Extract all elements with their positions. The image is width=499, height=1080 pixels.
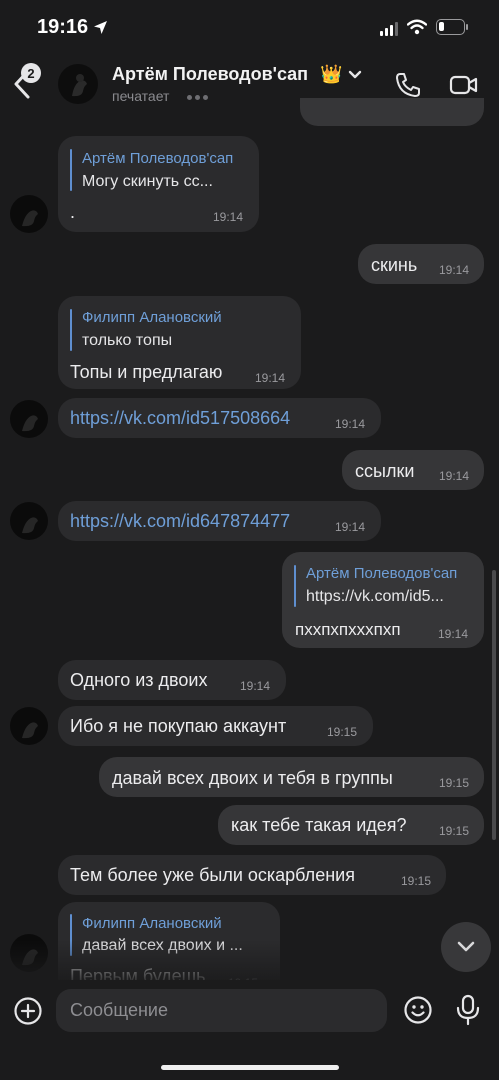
quote-bar: [294, 565, 296, 607]
quote-bar: [70, 914, 72, 956]
message-text: скинь: [371, 255, 418, 275]
quote-text: https://vk.com/id5...: [306, 588, 444, 605]
message-time: 19:14: [240, 679, 271, 693]
message-bubble[interactable]: Одного из двоих 19:14: [58, 660, 286, 700]
message-input[interactable]: [56, 989, 387, 1032]
message-link[interactable]: https://vk.com/id647874477: [70, 511, 290, 532]
quote-author: Артём Полеводов'сап: [82, 150, 234, 167]
message-bubble-remnant: [300, 98, 484, 126]
quote-text: давай всех двоих и ...: [82, 937, 243, 954]
message-text: Тем более уже были оскарбления: [70, 865, 355, 885]
location-arrow-icon: [94, 21, 107, 34]
message-bubble[interactable]: давай всех двоих и тебя в группы 19:15: [99, 757, 484, 797]
message-text: Одного из двоих: [70, 670, 208, 690]
message-bubble[interactable]: https://vk.com/id647874477 19:14: [58, 501, 381, 541]
message-time: 19:14: [439, 263, 470, 277]
sender-avatar[interactable]: [10, 707, 48, 745]
message-text: Ибо я не покупаю аккаунт: [70, 716, 287, 736]
message-bubble[interactable]: https://vk.com/id517508664 19:14: [58, 398, 381, 438]
typing-dots-icon: [187, 95, 208, 100]
message-bubble[interactable]: как тебе такая идея? 19:15: [218, 805, 484, 845]
microphone-icon[interactable]: [455, 994, 481, 1026]
cell-signal-icon: [380, 22, 398, 36]
sender-avatar[interactable]: [10, 934, 48, 972]
home-indicator[interactable]: [161, 1065, 339, 1070]
message-time: 19:14: [438, 627, 469, 641]
message-time: 19:14: [213, 210, 244, 224]
quote-bar: [70, 309, 72, 351]
message-time: 19:14: [255, 371, 286, 385]
contact-avatar[interactable]: [58, 64, 98, 104]
message-bubble[interactable]: Артём Полеводов'сап Могу скинуть сс... .…: [58, 136, 259, 232]
message-time: 19:14: [335, 417, 366, 431]
battery-icon: [436, 19, 468, 35]
quote-author: Филипп Алановский: [82, 915, 222, 932]
sender-avatar[interactable]: [10, 502, 48, 540]
quote-text: Могу скинуть сс...: [82, 173, 213, 190]
message-text: пххпхпхххпхп: [295, 620, 401, 639]
scroll-down-button[interactable]: [441, 922, 491, 972]
quote-text: только топы: [82, 332, 173, 349]
message-text: Топы и предлагаю: [70, 362, 223, 382]
message-link[interactable]: https://vk.com/id517508664: [70, 408, 290, 429]
message-time: 19:15: [401, 874, 432, 888]
quote-author: Артём Полеводов'сап: [306, 565, 458, 582]
unread-badge[interactable]: 2: [21, 63, 41, 83]
message-time: 19:14: [335, 520, 366, 534]
message-time: 19:15: [439, 776, 470, 790]
message-time: 19:15: [439, 824, 470, 838]
message-text: как тебе такая идея?: [231, 815, 407, 835]
chevron-down-icon: [457, 941, 475, 952]
message-time: 19:15: [327, 725, 358, 739]
plus-circle-icon[interactable]: [13, 996, 43, 1026]
message-text: .: [70, 202, 76, 222]
video-camera-icon[interactable]: [449, 74, 479, 96]
message-bubble[interactable]: ссылки 19:14: [342, 450, 484, 490]
message-text: давай всех двоих и тебя в группы: [112, 768, 393, 788]
smile-icon[interactable]: [403, 995, 433, 1025]
wifi-icon: [407, 19, 427, 35]
message-bubble[interactable]: Ибо я не покупаю аккаунт 19:15: [58, 706, 373, 746]
message-bubble[interactable]: Филипп Алановский только топы Топы и пре…: [58, 296, 301, 389]
contact-name[interactable]: Артём Полеводов'сап: [112, 64, 308, 85]
scrollbar[interactable]: [492, 570, 496, 840]
status-time: 19:16: [37, 16, 89, 38]
crown-emoji: 👑: [320, 64, 343, 84]
sender-avatar[interactable]: [10, 400, 48, 438]
quote-author: Филипп Алановский: [82, 309, 222, 326]
typing-status: печатает: [112, 88, 170, 104]
message-bubble[interactable]: Артём Полеводов'сап https://vk.com/id5..…: [282, 552, 484, 648]
sender-avatar[interactable]: [10, 195, 48, 233]
message-bubble[interactable]: Тем более уже были оскарбления 19:15: [58, 855, 446, 895]
quote-bar: [70, 149, 72, 191]
chevron-down-icon[interactable]: [348, 70, 362, 80]
message-time: 19:14: [439, 469, 470, 483]
phone-icon[interactable]: [395, 72, 421, 98]
message-text: ссылки: [355, 461, 415, 481]
message-bubble[interactable]: скинь 19:14: [358, 244, 484, 284]
